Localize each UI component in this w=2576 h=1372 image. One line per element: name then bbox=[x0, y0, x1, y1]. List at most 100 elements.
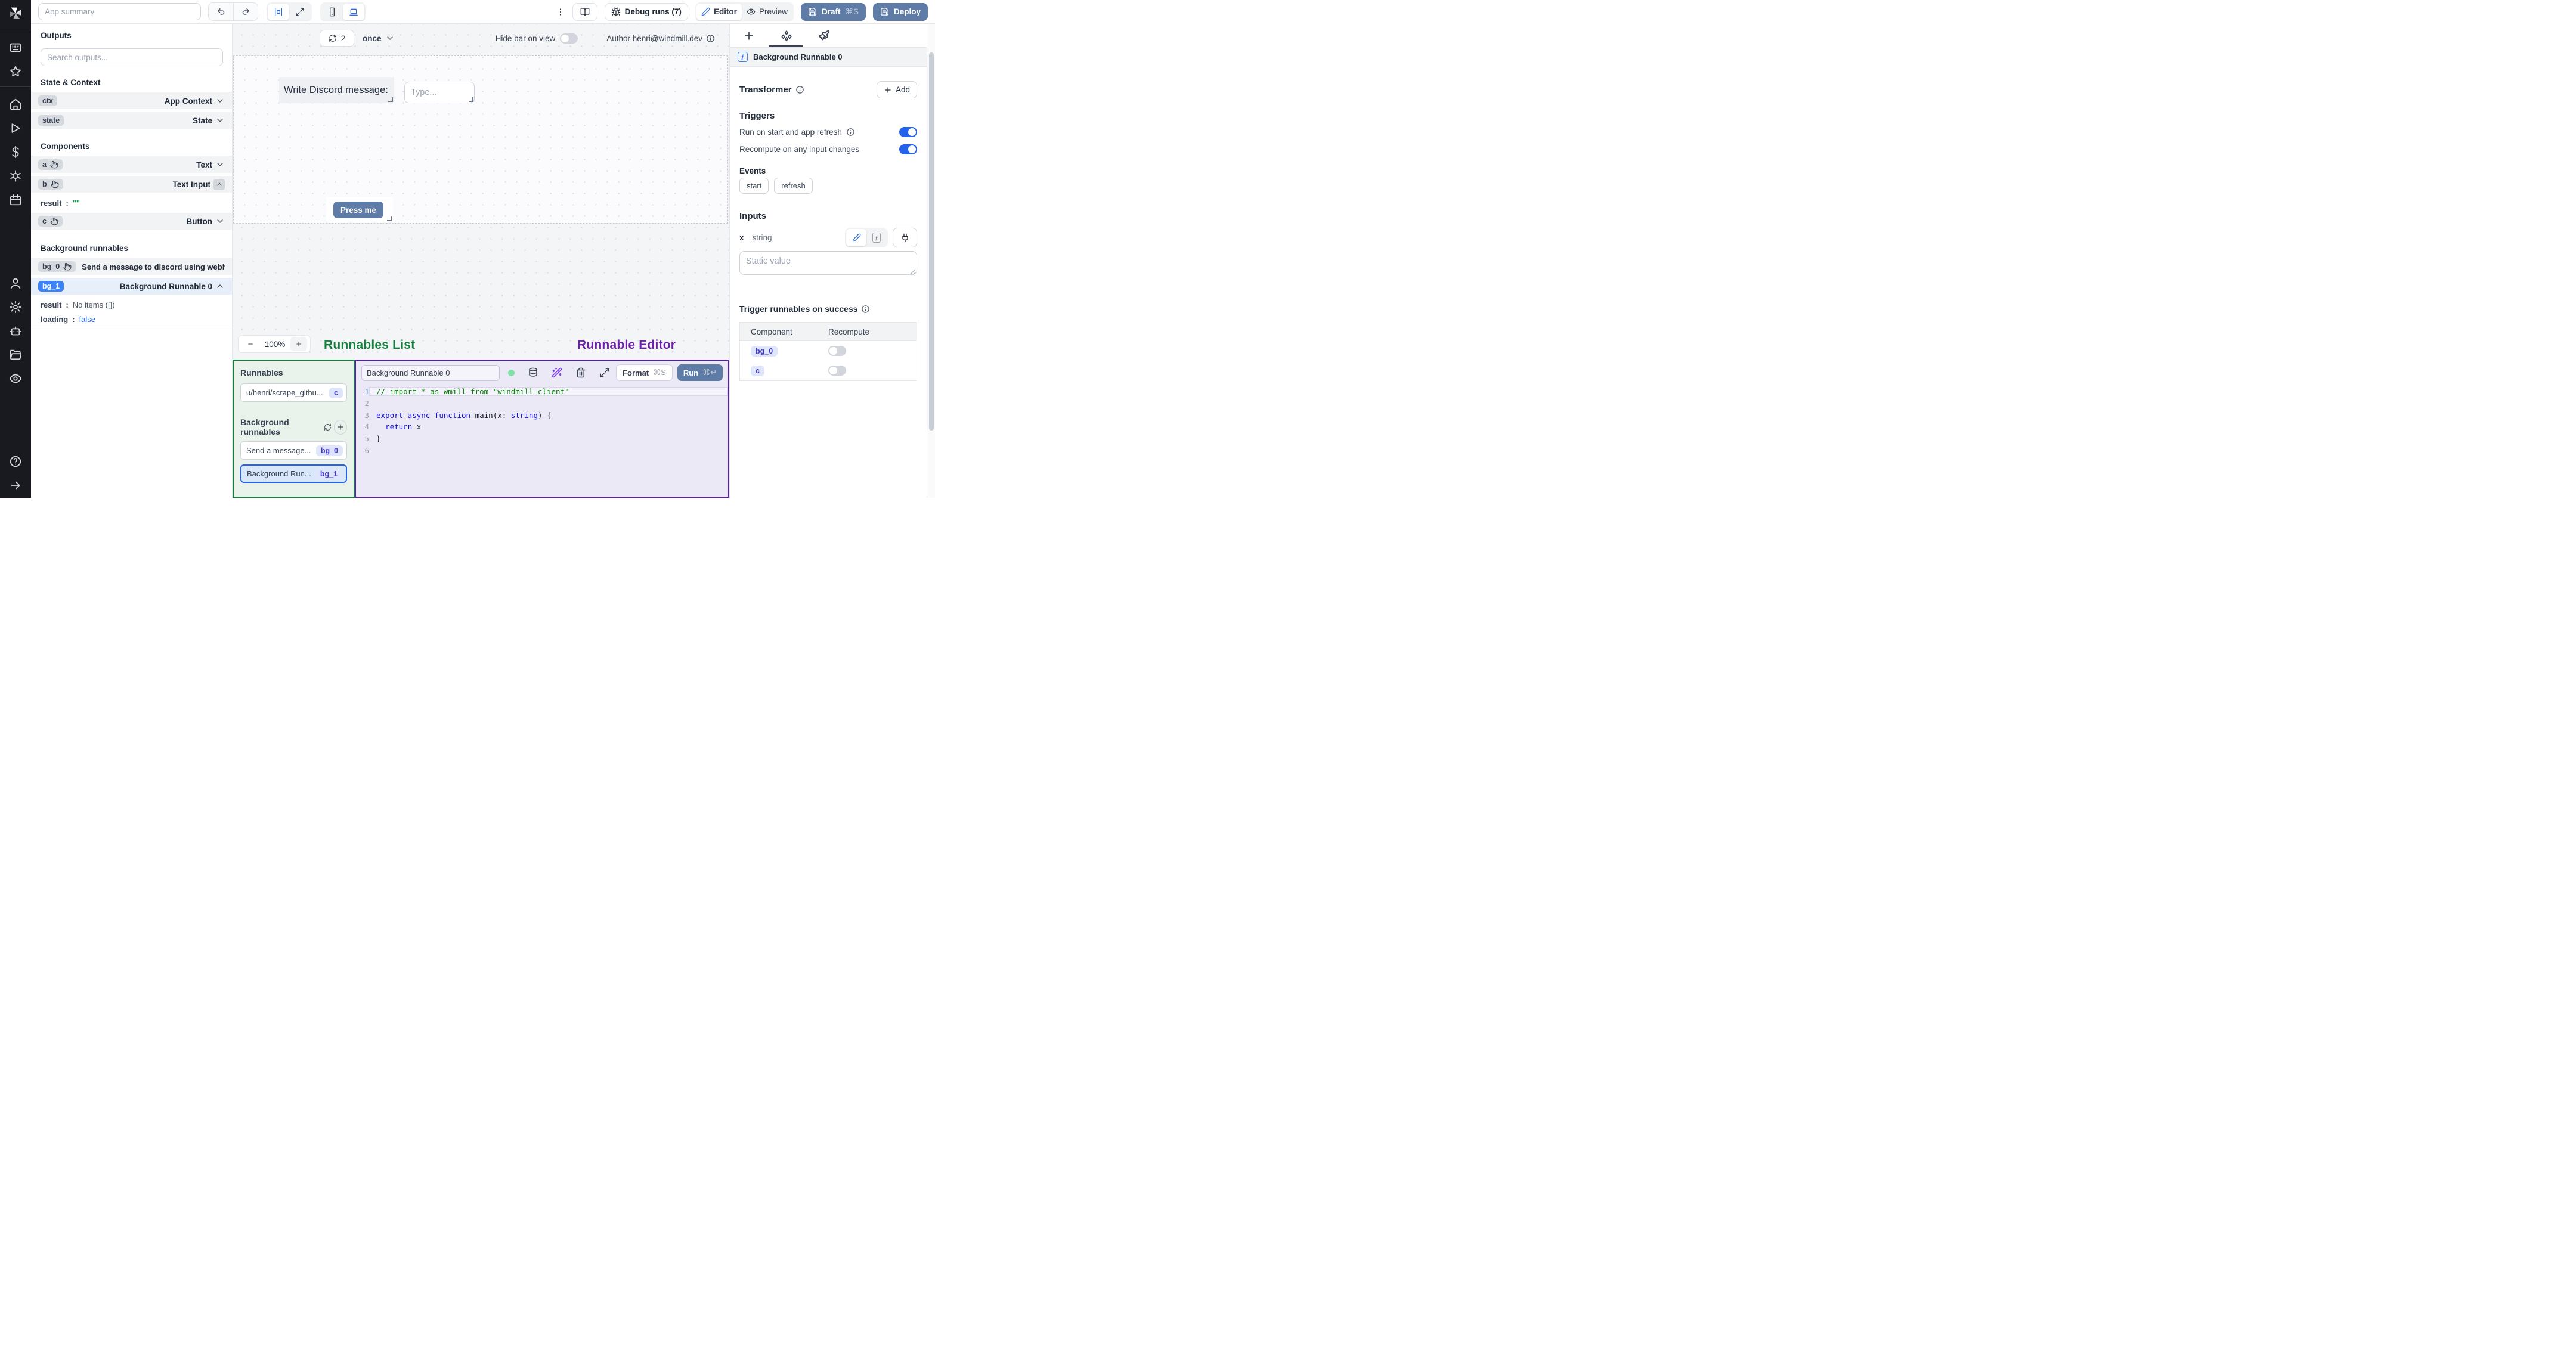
info-icon[interactable] bbox=[846, 128, 855, 137]
favorites-icon[interactable] bbox=[9, 65, 22, 78]
c-type: Button bbox=[186, 216, 212, 226]
selected-runnable-bar[interactable]: ƒ Background Runnable 0 bbox=[730, 48, 927, 67]
b-result-detail[interactable]: result : "" bbox=[31, 196, 232, 210]
schedule-dropdown[interactable]: once bbox=[363, 33, 395, 43]
c-recompute-toggle[interactable] bbox=[828, 366, 846, 376]
mobile-view-button[interactable] bbox=[321, 4, 343, 20]
expand-editor-icon[interactable] bbox=[599, 367, 610, 378]
chevron-down-icon[interactable] bbox=[215, 216, 225, 226]
info-icon[interactable] bbox=[795, 85, 804, 94]
refresh-event-button[interactable]: refresh bbox=[774, 178, 813, 194]
insert-tab-icon[interactable] bbox=[743, 30, 755, 42]
plus-icon bbox=[336, 423, 345, 431]
workers-icon[interactable] bbox=[9, 324, 22, 337]
scrollbar-thumb[interactable] bbox=[928, 52, 934, 431]
app-summary-input[interactable] bbox=[38, 3, 201, 20]
run-button[interactable]: Run ⌘↵ bbox=[677, 364, 723, 381]
draft-button[interactable]: Draft ⌘S bbox=[800, 2, 866, 21]
tab-preview[interactable]: Preview bbox=[742, 4, 792, 20]
home-icon[interactable] bbox=[9, 98, 22, 111]
plus-icon bbox=[884, 86, 892, 94]
output-row-ctx[interactable]: ctx App Context bbox=[31, 92, 232, 109]
press-me-button[interactable]: Press me bbox=[333, 202, 383, 218]
text-input-component[interactable] bbox=[404, 82, 475, 103]
a-type: Text bbox=[196, 160, 212, 169]
chevron-down-icon[interactable] bbox=[215, 96, 225, 106]
eval-mode-button[interactable]: ƒ bbox=[866, 229, 887, 246]
database-icon[interactable] bbox=[528, 367, 538, 378]
deploy-button[interactable]: Deploy bbox=[872, 2, 928, 21]
runs-icon[interactable] bbox=[9, 122, 22, 135]
text-component[interactable]: Write Discord message: bbox=[279, 77, 394, 103]
chevron-down-icon[interactable] bbox=[215, 116, 225, 125]
settings-tab-icon[interactable] bbox=[781, 30, 792, 42]
folders-icon[interactable] bbox=[9, 348, 22, 361]
page-scrollbar[interactable] bbox=[927, 24, 935, 498]
output-row-state[interactable]: state State bbox=[31, 112, 232, 129]
add-background-runnable-button[interactable] bbox=[333, 419, 347, 435]
undo-button[interactable] bbox=[209, 3, 233, 20]
collapse-row-button[interactable] bbox=[213, 178, 225, 190]
app-switcher-icon[interactable] bbox=[9, 41, 22, 54]
connect-input-button[interactable] bbox=[893, 228, 917, 247]
bg1-result-detail[interactable]: result : No items ([]) bbox=[31, 298, 232, 312]
zoom-in-button[interactable]: + bbox=[290, 337, 307, 351]
bg1-row[interactable]: bg_1 Background Runnable 0 bbox=[31, 278, 232, 295]
bg0-row[interactable]: bg_0 Send a message to discord using web… bbox=[31, 258, 232, 275]
static-mode-button[interactable] bbox=[846, 229, 866, 246]
refresh-count-button[interactable]: 2 bbox=[320, 30, 354, 47]
hide-bar-toggle[interactable] bbox=[560, 33, 578, 44]
settings-icon[interactable] bbox=[9, 301, 22, 314]
add-transformer-button[interactable]: Add bbox=[876, 81, 917, 98]
info-icon[interactable] bbox=[706, 34, 715, 43]
more-menu-icon[interactable] bbox=[556, 7, 565, 17]
fullwidth-layout-button[interactable] bbox=[289, 4, 311, 20]
chevron-down-icon[interactable] bbox=[215, 160, 225, 169]
resize-handle[interactable] bbox=[388, 97, 393, 102]
format-button[interactable]: Format ⌘S bbox=[616, 364, 673, 381]
debug-runs-button[interactable]: Debug runs (7) bbox=[604, 2, 688, 21]
runnable-item-bg1-selected[interactable]: Background Run... bg_1 bbox=[240, 464, 347, 483]
help-icon[interactable] bbox=[9, 455, 22, 468]
bg0-label: Send a message to discord using webhoo bbox=[82, 262, 225, 271]
search-outputs-input[interactable] bbox=[41, 48, 223, 66]
bg0-recompute-toggle[interactable] bbox=[828, 346, 846, 356]
component-row-b[interactable]: b Text Input bbox=[31, 176, 232, 193]
tab-editor[interactable]: Editor bbox=[696, 3, 742, 20]
component-row-a[interactable]: a Text bbox=[31, 156, 232, 173]
code-editor[interactable]: 1// import * as wmill from "windmill-cli… bbox=[356, 386, 728, 456]
account-icon[interactable] bbox=[9, 277, 22, 290]
chevron-up-icon[interactable] bbox=[215, 281, 225, 291]
collapse-rail-icon[interactable] bbox=[9, 479, 22, 492]
styling-tab-icon[interactable] bbox=[818, 30, 830, 42]
info-icon[interactable] bbox=[861, 305, 870, 314]
start-event-button[interactable]: start bbox=[739, 178, 769, 194]
run-on-start-toggle[interactable] bbox=[899, 127, 917, 137]
desktop-view-button[interactable] bbox=[343, 3, 364, 20]
runnable-item-bg0[interactable]: Send a message... bg_0 bbox=[240, 441, 347, 460]
schedules-icon[interactable] bbox=[9, 193, 22, 206]
center-layout-button[interactable] bbox=[268, 3, 289, 20]
zoom-out-button[interactable]: − bbox=[242, 339, 259, 349]
input-mode-toggle: ƒ bbox=[845, 228, 888, 247]
runnable-name-input[interactable] bbox=[361, 364, 500, 381]
delete-icon[interactable] bbox=[575, 367, 586, 378]
bg1-loading-detail[interactable]: loading : false bbox=[31, 312, 232, 326]
button-component-cell[interactable]: Press me bbox=[326, 197, 393, 222]
variables-icon[interactable] bbox=[9, 145, 22, 159]
ai-wand-icon[interactable] bbox=[552, 367, 562, 378]
static-value-textarea[interactable] bbox=[739, 251, 917, 275]
resize-handle[interactable] bbox=[469, 97, 473, 102]
recompute-toggle[interactable] bbox=[899, 144, 917, 154]
discord-message-input[interactable] bbox=[404, 82, 475, 103]
runnable-item-c[interactable]: u/henri/scrape_githu... c bbox=[240, 383, 347, 402]
resize-handle[interactable] bbox=[387, 216, 392, 221]
app-canvas[interactable]: Write Discord message: Press me bbox=[233, 55, 728, 224]
component-row-c[interactable]: c Button bbox=[31, 213, 232, 230]
docs-button[interactable] bbox=[572, 2, 597, 21]
redo-button[interactable] bbox=[233, 3, 258, 20]
windmill-logo-icon[interactable] bbox=[7, 5, 24, 21]
bg0-badge-label: bg_0 bbox=[42, 262, 60, 271]
audit-logs-icon[interactable] bbox=[9, 372, 22, 385]
resources-icon[interactable] bbox=[9, 169, 22, 182]
